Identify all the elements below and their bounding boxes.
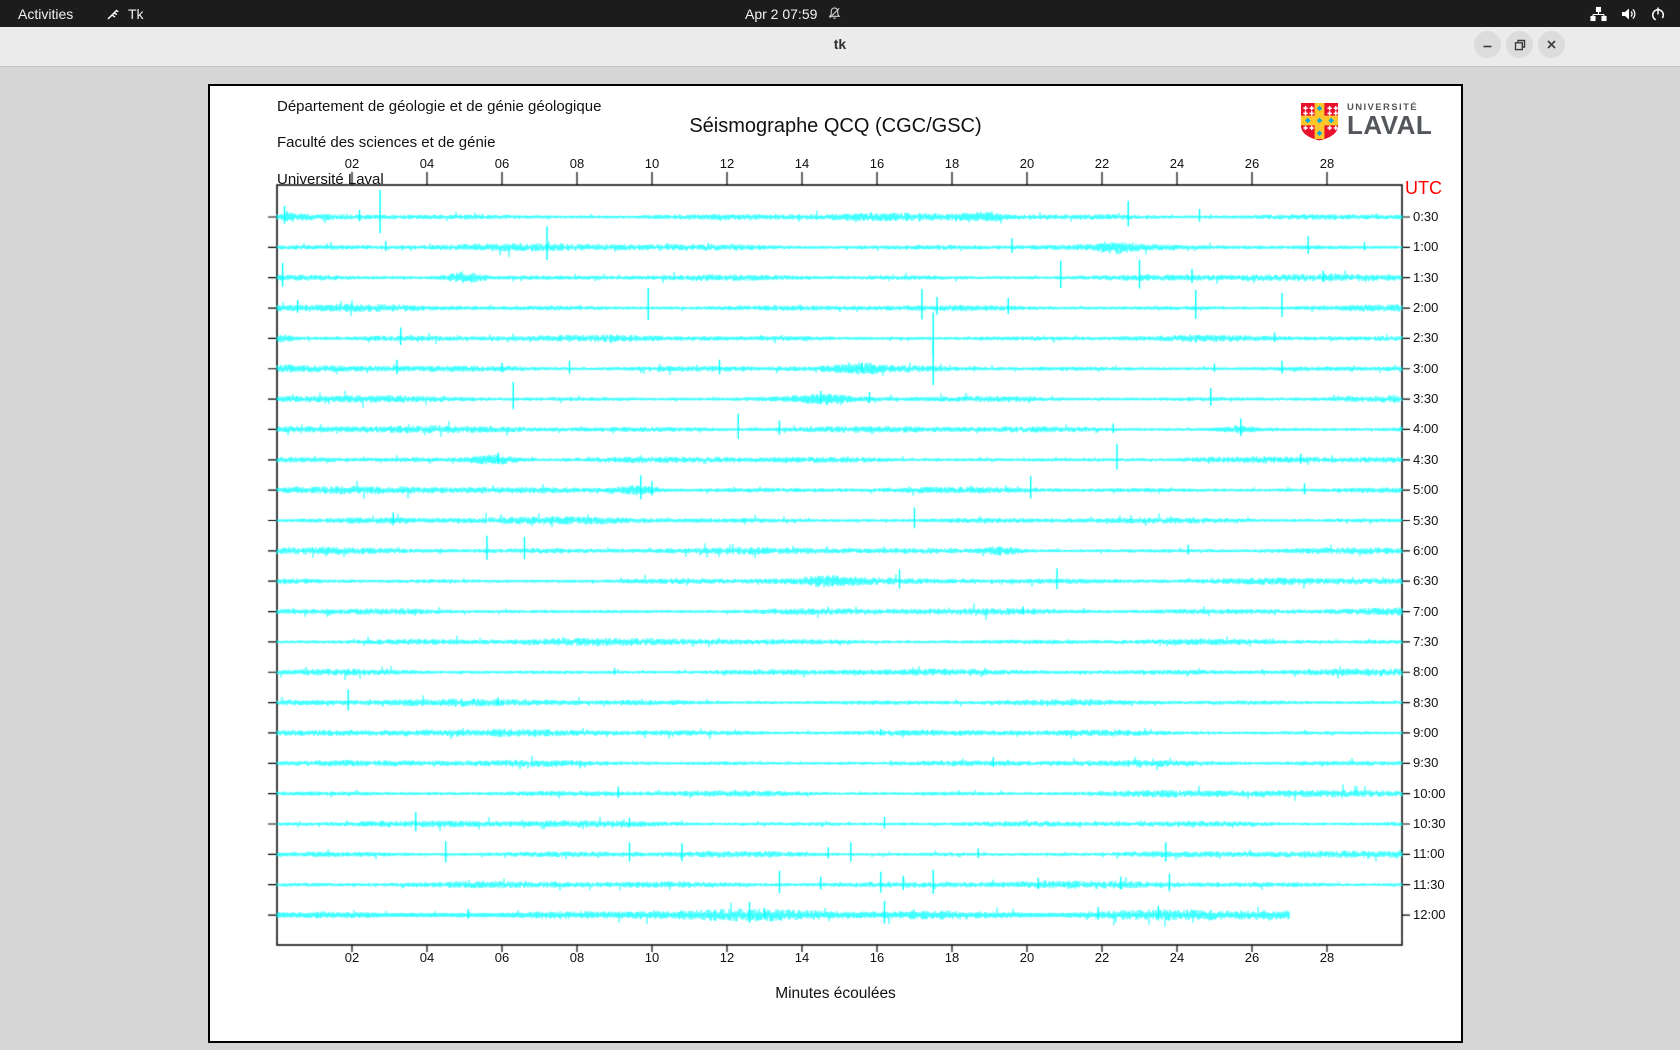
time-row-label: 2:30 [1413,330,1439,346]
plot-title: Séismographe QCQ (CGC/GSC) [689,115,982,137]
x-tick-bottom: 04 [419,950,435,965]
x-tick-bottom: 26 [1244,950,1260,965]
org-line-3: Université Laval [277,170,384,188]
activities-button[interactable]: Activities [18,0,73,27]
org-line-1: Département de géologie et de génie géol… [277,98,602,115]
time-row-label: 10:30 [1413,816,1446,831]
time-row-label: 12:00 [1413,907,1446,923]
time-row-label: 0:30 [1413,209,1439,224]
x-tick-top: 10 [644,156,660,171]
time-row-label: 5:30 [1413,512,1439,528]
x-tick-bottom: 08 [569,950,585,965]
time-row-label: 1:30 [1413,269,1439,285]
x-tick-bottom: 24 [1169,950,1185,965]
time-row-label: 3:00 [1413,360,1439,376]
laval-name-label: LAVAL [1347,110,1433,140]
window-title: tk [833,36,847,52]
laval-shield-icon [1300,102,1339,146]
system-status-area[interactable] [1590,0,1666,27]
x-tick-bottom: 02 [344,950,360,965]
x-tick-top: 14 [794,156,810,171]
x-tick-bottom: 20 [1019,950,1035,965]
x-tick-bottom: 28 [1319,950,1335,965]
tk-app-indicator[interactable]: Tk [105,0,144,27]
x-tick-top: 24 [1169,156,1185,171]
x-tick-top: 26 [1244,156,1260,171]
x-tick-top: 04 [419,156,435,171]
x-tick-top: 20 [1019,156,1035,171]
time-row-label: 8:00 [1413,664,1439,680]
x-tick-bottom: 16 [869,950,885,965]
seismogram-plot [210,86,1461,1041]
time-row-label: 5:00 [1413,482,1439,498]
x-tick-bottom: 12 [719,950,735,965]
time-row-label: 8:30 [1413,694,1439,710]
clock-label: Apr 2 07:59 [745,5,818,22]
time-row-label: 4:30 [1413,451,1439,467]
restore-icon [1514,39,1525,50]
desktop: { "top_bar": { "activities_label": "Acti… [0,0,1680,1050]
power-icon [1650,6,1666,22]
clock-menu[interactable]: Apr 2 07:59 [745,0,842,27]
notifications-muted-icon [827,6,842,21]
seismograph-panel: Département de géologie et de génie géol… [208,84,1463,1043]
x-axis-title: Minutes écoulées [775,985,896,1002]
x-tick-bottom: 10 [644,950,660,965]
time-row-label: 1:00 [1413,239,1439,255]
time-row-label: 11:30 [1413,876,1445,892]
utc-axis-label: UTC [1405,178,1442,198]
organization-text: Département de géologie et de génie géol… [277,98,601,189]
laval-logo: UNIVERSITÉ LAVAL [1300,102,1432,146]
x-tick-bottom: 22 [1094,950,1110,965]
minimize-button[interactable] [1474,31,1501,58]
maximize-button[interactable] [1506,31,1533,58]
close-icon [1547,40,1556,49]
x-tick-top: 16 [869,156,885,171]
gnome-top-bar: Activities Tk Apr 2 07:59 [0,0,1680,27]
time-row-label: 3:30 [1413,391,1439,407]
x-tick-bottom: 06 [494,950,510,965]
x-tick-bottom: 14 [794,950,810,965]
close-button[interactable] [1538,31,1565,58]
time-row-label: 11:00 [1413,846,1445,862]
x-tick-top: 02 [344,156,360,171]
x-tick-top: 28 [1319,156,1335,171]
x-tick-top: 22 [1094,156,1110,171]
tk-app-label: Tk [128,5,144,22]
wired-network-icon [1590,6,1607,22]
tk-feather-icon [105,6,121,22]
x-tick-top: 12 [719,156,735,171]
x-tick-bottom: 18 [944,950,960,965]
x-tick-top: 06 [494,156,510,171]
time-row-label: 4:00 [1413,421,1439,437]
time-row-label: 9:00 [1413,724,1439,740]
time-row-label: 7:30 [1413,633,1439,649]
time-row-label: 2:00 [1413,300,1439,316]
time-row-label: 6:00 [1413,542,1439,558]
volume-icon [1620,6,1637,22]
x-tick-top: 08 [569,156,585,171]
time-row-label: 7:00 [1413,603,1439,619]
laval-logo-text: UNIVERSITÉ LAVAL [1347,102,1433,140]
time-row-label: 10:00 [1413,785,1446,801]
time-row-label: 6:30 [1413,573,1439,589]
x-tick-top: 18 [944,156,960,171]
time-row-label: 9:30 [1413,755,1439,771]
activities-label: Activities [18,5,74,22]
minimize-icon [1483,45,1492,48]
window-titlebar[interactable]: tk [0,27,1680,67]
